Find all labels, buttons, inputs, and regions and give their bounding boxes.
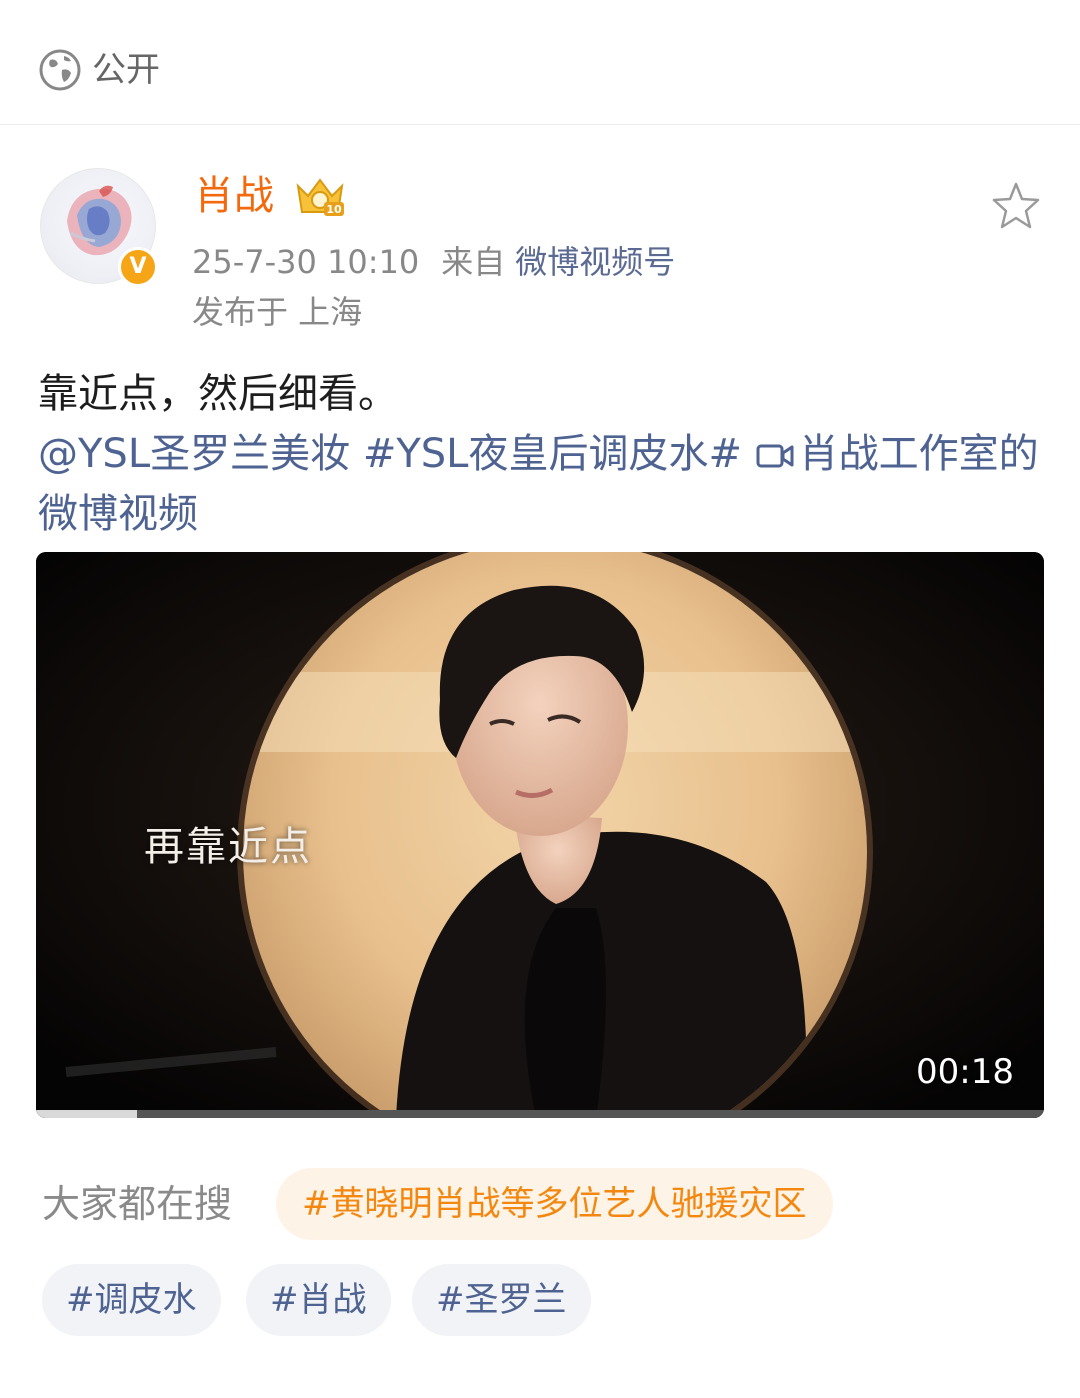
verified-badge: V	[118, 247, 158, 287]
tag-chip[interactable]: #调皮水	[42, 1264, 221, 1336]
mention-link[interactable]: @YSL圣罗兰美妆	[38, 431, 350, 477]
author-name[interactable]: 肖战	[194, 168, 274, 224]
post-meta: 25-7-30 10:10 来自 微博视频号	[192, 240, 675, 284]
post-source[interactable]: 微博视频号	[515, 243, 675, 281]
globe-icon	[39, 49, 81, 91]
video-player[interactable]: 再靠近点 00:18	[36, 552, 1044, 1118]
star-icon[interactable]	[990, 180, 1042, 232]
crown-badge-icon[interactable]: 10	[292, 176, 348, 220]
video-progress-fill	[36, 1110, 137, 1118]
tag-chip[interactable]: #圣罗兰	[412, 1264, 591, 1336]
top-bar: 公开	[0, 0, 1080, 125]
post-text: 靠近点，然后细看。	[38, 371, 398, 417]
video-progress-bar[interactable]	[36, 1110, 1044, 1118]
video-caption: 再靠近点	[144, 824, 312, 870]
visibility-label: 公开	[92, 50, 160, 90]
from-label: 来自	[441, 243, 506, 281]
tag-chip[interactable]: #肖战	[246, 1264, 391, 1336]
trending-topic[interactable]: #黄晓明肖战等多位艺人驰援灾区	[276, 1168, 833, 1240]
trending-label: 大家都在搜	[42, 1182, 233, 1226]
svg-text:10: 10	[326, 203, 342, 216]
video-duration: 00:18	[916, 1052, 1014, 1092]
visibility-selector[interactable]: 公开	[38, 48, 160, 92]
post-links: @YSL圣罗兰美妆 #YSL夜皇后调皮水# 肖战工作室的微博视频	[38, 424, 1048, 544]
video-link-icon	[756, 444, 794, 468]
post-location: 发布于 上海	[192, 293, 363, 331]
post-timestamp: 25-7-30 10:10	[192, 243, 420, 281]
hashtag-link[interactable]: #YSL夜皇后调皮水#	[363, 431, 742, 477]
